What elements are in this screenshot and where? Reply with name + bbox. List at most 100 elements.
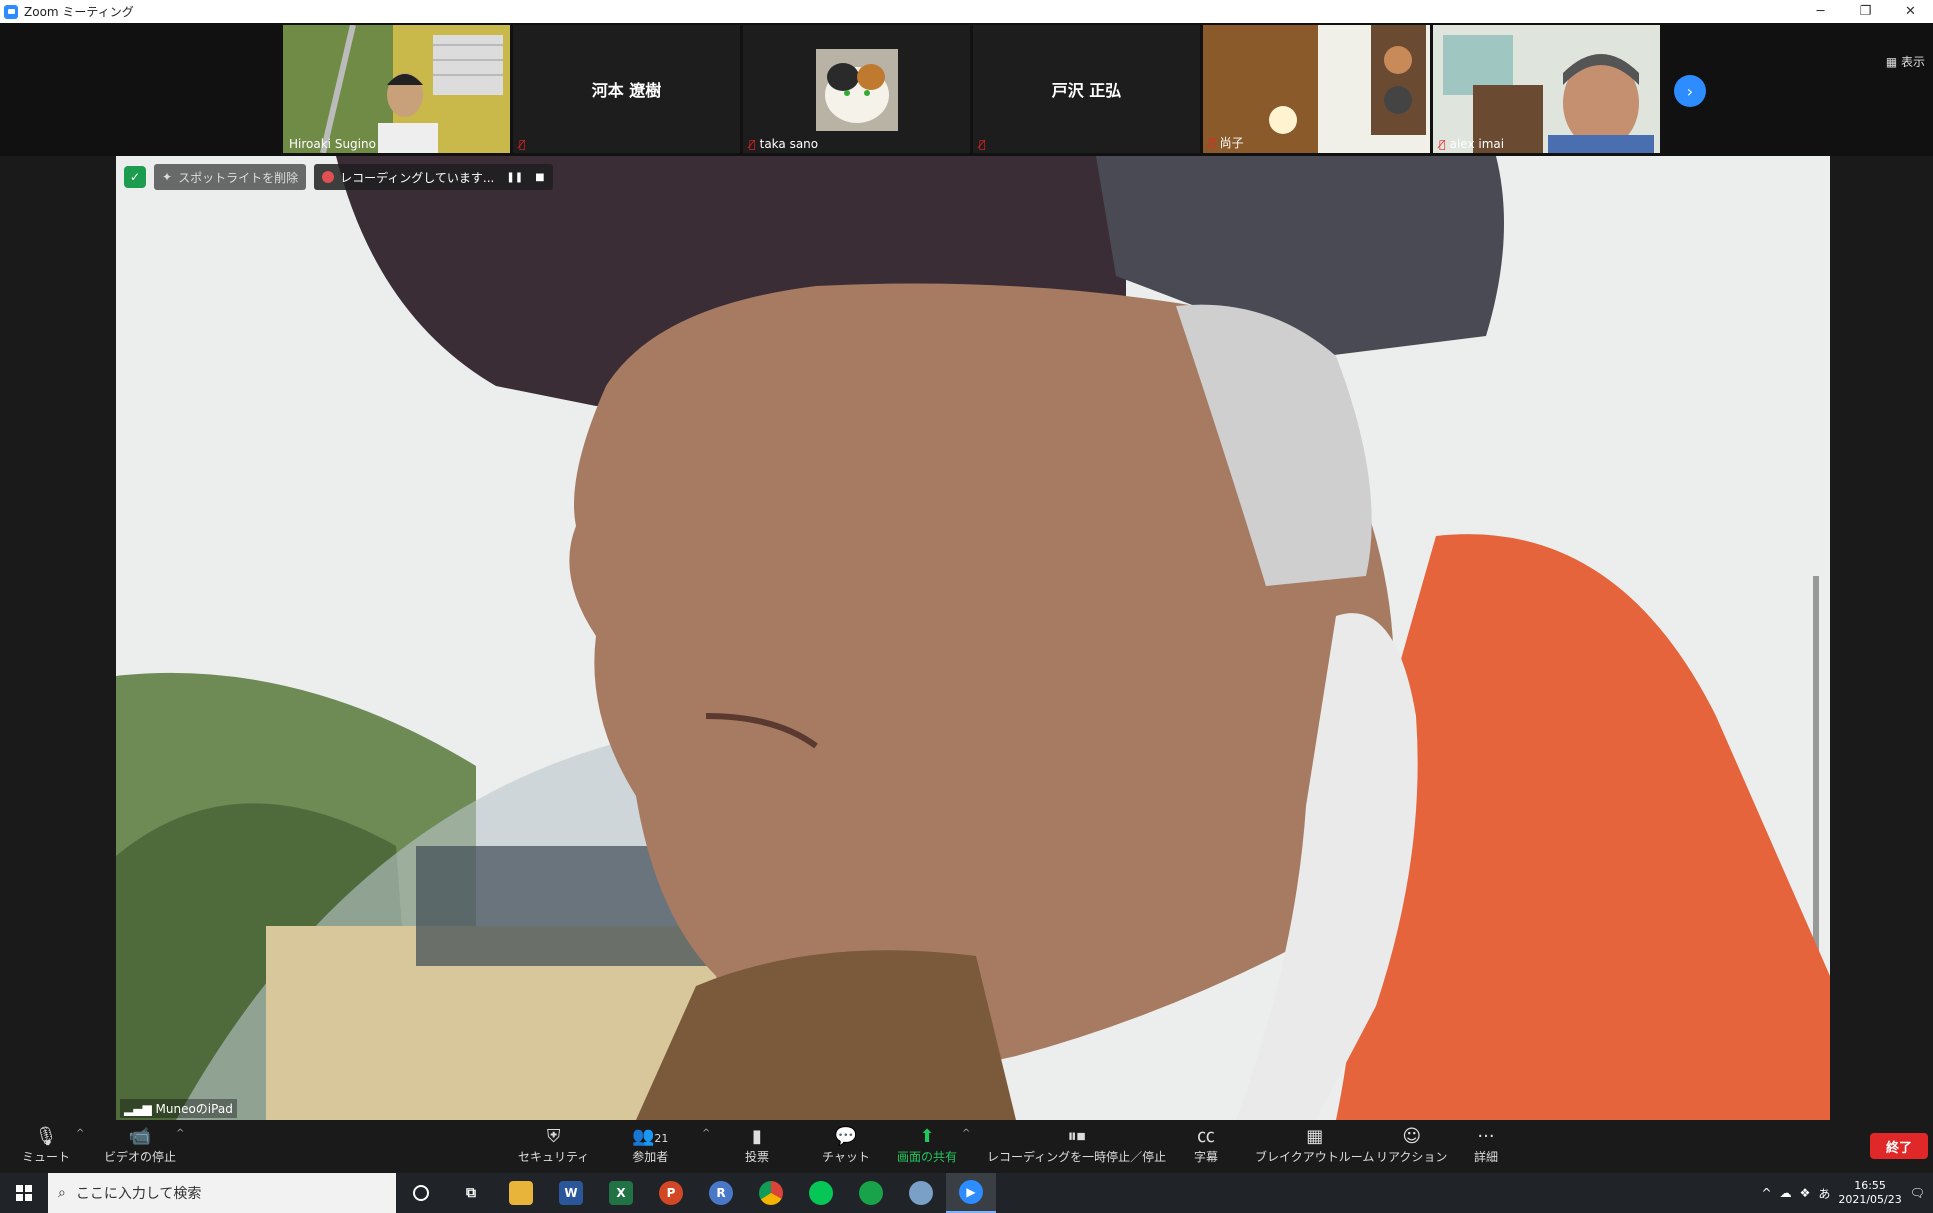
shield-icon: ⛨ [546, 1126, 561, 1147]
system-tray: ^ ☁ ❖ あ 16:55 2021/05/23 🗨 [1762, 1173, 1933, 1213]
excel-icon[interactable]: X [596, 1173, 646, 1213]
participants-icon: 👥21 [632, 1126, 669, 1147]
ime-indicator[interactable]: あ [1818, 1185, 1830, 1202]
taskbar-clock[interactable]: 16:55 2021/05/23 [1838, 1179, 1901, 1207]
recording-control-label: レコーディングを一時停止／停止 [987, 1150, 1167, 1164]
mute-label: ミュート [22, 1150, 71, 1164]
end-meeting-button[interactable]: 終了 [1870, 1133, 1928, 1159]
participant-tile[interactable]: 🎙̸ taka sano [743, 25, 970, 153]
mute-button[interactable]: 🎙 ミュート [22, 1126, 70, 1165]
participant-strip: Hiroaki Sugino 河本 遼樹 🎙̸ 🎙̸ taka sano 戸沢 正… [0, 23, 1933, 156]
share-screen-button[interactable]: ⬆ 画面の共有 [897, 1126, 957, 1165]
breakout-rooms-button[interactable]: ▦ ブレイクアウトルーム [1255, 1126, 1374, 1165]
notifications-icon[interactable]: 🗨 [1910, 1186, 1925, 1200]
r-app-icon[interactable]: R [696, 1173, 746, 1213]
taskbar-search[interactable]: ⌕ ここに入力して検索 [48, 1173, 396, 1213]
task-view-icon[interactable]: ⧉ [446, 1173, 496, 1213]
participant-name: 尚子 [1219, 136, 1244, 150]
captions-button[interactable]: ㏄ 字幕 [1194, 1126, 1218, 1165]
participant-name: Hiroaki Sugino [289, 137, 376, 151]
chat-bubble-icon: 💬 [834, 1126, 858, 1147]
window-title: Zoom ミーティング [24, 5, 134, 19]
cc-icon: ㏄ [1197, 1126, 1215, 1147]
participant-tile[interactable]: 戸沢 正弘 🎙̸ [973, 25, 1200, 153]
next-page-button[interactable]: › [1674, 75, 1706, 107]
stop-video-label: ビデオの停止 [104, 1150, 177, 1164]
pause-stop-icon: ⏸⏹ [1067, 1126, 1086, 1147]
chevron-up-icon[interactable]: ^ [1762, 1186, 1772, 1200]
chat-label: チャット [822, 1150, 870, 1164]
remove-spotlight-button[interactable]: ✦ スポットライトを削除 [154, 164, 307, 190]
mic-muted-icon: 🎙̸ [1439, 137, 1446, 151]
mic-muted-icon: 🎙̸ [1209, 136, 1216, 149]
cloud-record-icon [322, 171, 335, 183]
search-icon: ⌕ [58, 1185, 66, 1201]
main-video: ✓ ✦ スポットライトを削除 レコーディングしています... ❚❚ ■ ▂▄▆ … [116, 156, 1830, 1120]
remove-spotlight-label: スポットライトを削除 [178, 170, 299, 185]
participant-name: taka sano [759, 137, 819, 151]
poll-button[interactable]: ▮ 投票 [745, 1126, 769, 1165]
cortana-icon[interactable] [396, 1173, 446, 1213]
stop-recording-button[interactable]: ■ [535, 172, 544, 183]
line-icon[interactable] [796, 1173, 846, 1213]
word-icon[interactable]: W [546, 1173, 596, 1213]
zoom-taskbar-icon[interactable]: ▶ [946, 1173, 996, 1213]
ellipsis-icon: ··· [1477, 1126, 1495, 1147]
view-button[interactable]: ▦ 表示 [1886, 53, 1925, 70]
pause-recording-button[interactable]: ❚❚ [506, 172, 523, 183]
mic-muted-icon: 🎙̸ [979, 138, 986, 151]
participant-tile[interactable]: Hiroaki Sugino [283, 25, 510, 153]
close-button[interactable]: ✕ [1888, 0, 1933, 23]
windows-taskbar: ⌕ ここに入力して検索 ⧉ W X P R ▶ ^ ☁ ❖ あ 16:55 20… [0, 1173, 1933, 1213]
messaging-icon[interactable] [846, 1173, 896, 1213]
zoom-logo-icon [4, 4, 18, 19]
meeting-toolbar: 🎙 ミュート ^ 📹 ビデオの停止 ^ ⛨ セキュリティ 👥21 参加者 ^ ▮… [0, 1120, 1933, 1173]
participant-name: 戸沢 正弘 [1051, 81, 1122, 100]
window-titlebar: Zoom ミーティング ─ ❐ ✕ [0, 0, 1933, 23]
restore-button[interactable]: ❐ [1843, 0, 1888, 23]
windows-start-button[interactable] [0, 1173, 48, 1213]
participant-name: 河本 遼樹 [591, 81, 662, 100]
share-arrow-icon: ⬆ [919, 1126, 935, 1147]
bar-chart-icon: ▮ [752, 1126, 762, 1147]
app-icon[interactable] [896, 1173, 946, 1213]
security-button[interactable]: ⛨ セキュリティ [518, 1126, 589, 1165]
captions-label: 字幕 [1194, 1150, 1219, 1164]
more-button[interactable]: ··· 詳細 [1474, 1126, 1498, 1165]
grid-icon: ▦ [1306, 1126, 1324, 1147]
participant-tile[interactable]: 🎙̸ alex imai [1433, 25, 1660, 153]
video-camera-icon: 📹 [128, 1126, 152, 1147]
security-shield-icon: ✓ [124, 166, 146, 188]
chevron-up-icon[interactable]: ^ [176, 1128, 184, 1139]
chevron-up-icon[interactable]: ^ [702, 1128, 710, 1139]
participant-tile[interactable]: 河本 遼樹 🎙̸ [513, 25, 740, 153]
reactions-label: リアクション [1376, 1150, 1448, 1164]
mic-muted-icon: 🎙̸ [749, 137, 756, 151]
chevron-up-icon[interactable]: ^ [962, 1128, 970, 1139]
windows-logo-icon [16, 1185, 32, 1201]
participant-tile[interactable]: 🎙̸ 尚子 [1203, 25, 1430, 153]
powerpoint-icon[interactable]: P [646, 1173, 696, 1213]
dropbox-icon[interactable]: ❖ [1800, 1186, 1811, 1200]
participants-button[interactable]: 👥21 参加者 [632, 1126, 668, 1165]
speaker-name-label: ▂▄▆ MuneoのiPad [120, 1099, 237, 1118]
recording-indicator: レコーディングしています... ❚❚ ■ [314, 164, 553, 190]
speaker-video-frame [116, 156, 1830, 1120]
participant-video [1433, 25, 1660, 153]
security-label: セキュリティ [518, 1150, 590, 1164]
search-placeholder: ここに入力して検索 [75, 1186, 202, 1202]
stop-video-button[interactable]: 📹 ビデオの停止 [104, 1126, 176, 1165]
participants-count: 21 [654, 1132, 669, 1145]
chevron-right-icon: › [1686, 81, 1694, 101]
onedrive-icon[interactable]: ☁ [1780, 1186, 1792, 1200]
recording-control-button[interactable]: ⏸⏹ レコーディングを一時停止／停止 [987, 1126, 1166, 1165]
reactions-button[interactable]: ☺ リアクション [1376, 1126, 1447, 1165]
minimize-button[interactable]: ─ [1798, 0, 1843, 23]
signal-bars-icon: ▂▄▆ [124, 1102, 152, 1116]
chevron-up-icon[interactable]: ^ [76, 1128, 84, 1139]
chat-button[interactable]: 💬 チャット [822, 1126, 870, 1165]
microphone-icon: 🎙 [34, 1126, 58, 1147]
file-explorer-icon[interactable] [496, 1173, 546, 1213]
breakout-rooms-label: ブレイクアウトルーム [1255, 1150, 1375, 1164]
chrome-icon[interactable] [746, 1173, 796, 1213]
